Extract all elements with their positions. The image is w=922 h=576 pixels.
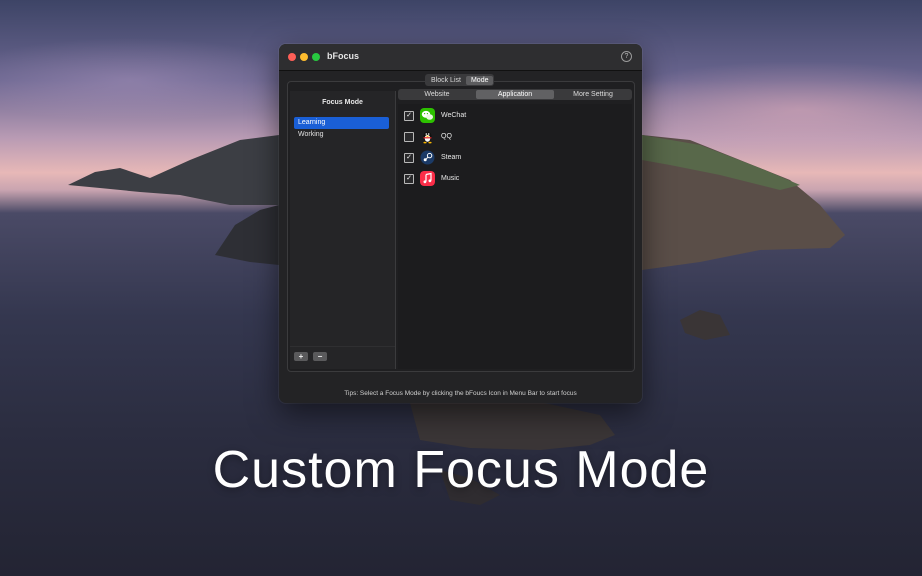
mode-item-learning[interactable]: Learning: [294, 117, 389, 129]
mode-item-working[interactable]: Working: [294, 129, 389, 141]
segment-block-list[interactable]: Block List: [426, 76, 466, 85]
music-checkbox[interactable]: ✓: [404, 173, 414, 184]
wechat-checkbox[interactable]: ✓: [404, 110, 414, 121]
title-bar: bFocus ?: [279, 44, 642, 71]
segment-mode[interactable]: Mode: [465, 75, 494, 85]
close-window-button[interactable]: [288, 53, 296, 61]
qq-checkbox[interactable]: [404, 131, 414, 142]
music-note-icon: [420, 171, 435, 186]
app-label-steam: Steam: [441, 154, 462, 161]
window-title: bFocus: [327, 51, 360, 61]
app-label-music: Music: [441, 175, 460, 182]
category-tabs: Website Application More Setting: [398, 89, 632, 100]
help-icon[interactable]: ?: [621, 51, 632, 62]
tab-application[interactable]: Application: [476, 90, 554, 99]
minimize-window-button[interactable]: [300, 53, 308, 61]
steam-checkbox[interactable]: ✓: [404, 152, 414, 163]
zoom-window-button[interactable]: [312, 53, 320, 61]
focus-mode-sidebar: Focus Mode Learning Working + −: [290, 91, 396, 369]
app-row-steam: ✓ Steam: [404, 149, 461, 166]
wechat-icon: [420, 108, 435, 123]
promo-headline: Custom Focus Mode: [212, 441, 710, 499]
tab-more-setting[interactable]: More Setting: [554, 89, 632, 100]
view-segmented-control: Block List Mode: [425, 74, 495, 86]
app-row-wechat: ✓ WeChat: [404, 107, 466, 124]
app-label-qq: QQ: [441, 133, 452, 140]
app-row-music: ✓ Music: [404, 170, 459, 187]
qq-penguin-icon: [420, 129, 435, 144]
bfocus-window: bFocus ? Focus Mode Learning Working + −…: [279, 44, 642, 403]
steam-icon: [420, 150, 435, 165]
app-row-qq: QQ: [404, 128, 452, 145]
tips-text: Tips: Select a Focus Mode by clicking th…: [344, 390, 577, 397]
tab-website[interactable]: Website: [398, 89, 476, 100]
main-panel: Focus Mode Learning Working + − Website …: [287, 81, 635, 372]
remove-mode-button[interactable]: −: [313, 352, 327, 361]
sidebar-toolbar: + −: [290, 346, 395, 369]
sidebar-title: Focus Mode: [322, 99, 363, 106]
app-label-wechat: WeChat: [441, 112, 467, 119]
add-mode-button[interactable]: +: [294, 352, 308, 361]
mode-list: Learning Working: [294, 117, 389, 141]
application-list: ✓ WeChat QQ ✓ Steam ✓ Music: [398, 104, 632, 369]
